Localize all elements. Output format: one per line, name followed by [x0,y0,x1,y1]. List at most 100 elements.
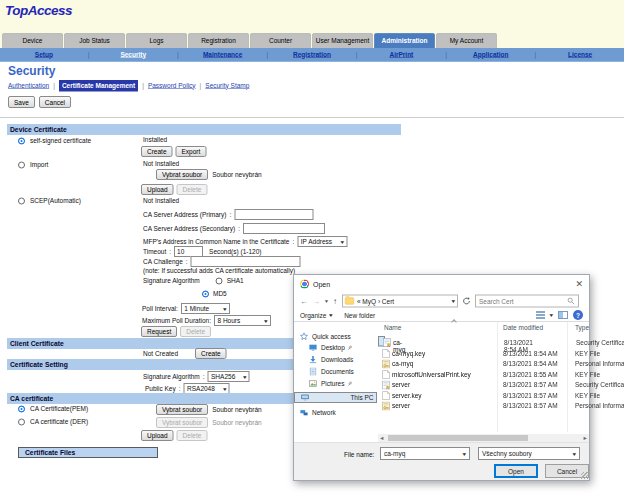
scep-radio[interactable] [18,197,25,204]
horizontal-scrollbar[interactable]: ◄ ► [378,434,589,442]
tab-user-management[interactable]: User Management [312,33,373,48]
subnav-security[interactable]: Security [89,51,177,59]
export-button[interactable]: Export [176,146,207,157]
sidebar-this-pc[interactable]: This PC [294,392,377,403]
column-name[interactable]: Name [384,324,401,332]
file-row[interactable]: server 8/13/2021 8:57 AM Security Certif… [378,380,589,391]
request-button[interactable]: Request [141,326,177,337]
ca-secondary-input[interactable] [243,223,325,234]
setting-signature-select[interactable]: SHA256▾ [208,371,250,382]
view-mode-dropdown-icon[interactable]: ▾ [550,312,554,319]
sidebar-downloads[interactable]: Downloads [294,354,377,365]
tab-job-status[interactable]: Job Status [64,33,125,48]
back-icon[interactable]: ← [300,297,308,305]
ca-challenge-input[interactable] [191,256,301,267]
subnav-maintenance[interactable]: Maintenance [179,51,267,59]
search-box[interactable]: Search Cert [475,295,579,308]
create-button[interactable]: Create [141,146,173,157]
file-row[interactable]: ca-myq 8/13/2021 8:54 AM Security Certif… [378,336,385,347]
cancel-button[interactable]: Cancel [39,96,71,108]
new-folder-button[interactable]: New folder [344,311,375,319]
file-type-dropdown-icon[interactable]: ▾ [573,450,577,457]
history-chevron-icon[interactable]: ▼ [324,297,329,305]
scep-delete-button[interactable]: Delete [180,326,211,337]
address-bar[interactable]: « MyQ › Cert ▾ [342,295,458,308]
sidebar-quick-access[interactable]: Quick access [294,331,377,342]
ca-delete-button[interactable]: Delete [177,430,208,441]
up-icon[interactable]: ↑ [333,297,337,305]
link-security-stamp[interactable]: Security Stamp [205,82,249,90]
view-mode-icon[interactable] [536,311,545,319]
choose-file-button[interactable]: Vybrat soubor [156,169,208,180]
tab-counter[interactable]: Counter [250,33,311,48]
save-button[interactable]: Save [8,96,35,108]
breadcrumb[interactable]: « MyQ › Cert [357,297,394,305]
ca-pem-choose-file[interactable]: Vybrat soubor [156,404,208,415]
self-signed-radio[interactable] [18,137,25,144]
file-row[interactable]: ca-myq 8/13/2021 8:54 AM Personal Inform… [378,359,589,370]
scrollbar-thumb[interactable] [388,435,528,441]
file-row[interactable]: server.key 8/13/2021 8:57 AM KEY File [378,390,589,401]
subnav-airprint[interactable]: AirPrint [358,51,446,59]
file-row[interactable]: ca-myq.key 8/13/2021 8:54 AM KEY File [378,348,589,359]
subnav-license[interactable]: License [536,51,624,59]
column-date-modified[interactable]: Date modified [503,324,543,332]
organize-button[interactable]: Organize [300,311,326,319]
scroll-left-icon[interactable]: ◄ [379,436,384,442]
ca-primary-input[interactable] [234,209,313,220]
page-title: Security [8,64,55,78]
mfp-address-select[interactable]: IP Address▾ [297,236,347,247]
poll-interval-select[interactable]: 1 Minute▾ [181,303,230,314]
resize-grip[interactable] [581,472,588,479]
link-password-policy[interactable]: Password Policy [148,82,196,90]
link-authentication[interactable]: Authentication [8,82,49,90]
subnav-application[interactable]: Application [447,51,535,59]
tab-administration[interactable]: Administration [374,33,435,48]
tab-my-account[interactable]: My Account [436,33,497,48]
upload-button[interactable]: Upload [141,184,174,195]
sidebar-network[interactable]: Network [294,407,377,418]
tab-logs[interactable]: Logs [126,33,187,48]
combobox-dropdown-icon[interactable]: ▾ [463,450,467,457]
ca-der-radio[interactable] [18,418,25,425]
ca-der-choose-file[interactable]: Vybrat soubor [156,417,208,428]
delete-button[interactable]: Delete [177,184,208,195]
tab-device[interactable]: Device [2,33,63,48]
sidebar-desktop[interactable]: Desktop [294,342,377,353]
max-poll-select[interactable]: 8 Hours▾ [214,315,271,326]
ca-upload-button[interactable]: Upload [141,430,174,441]
md5-radio[interactable] [202,290,209,297]
client-create-button[interactable]: Create [195,348,227,359]
forward-icon[interactable]: → [312,297,320,305]
sha1-radio[interactable] [216,277,223,284]
link-certificate-management[interactable]: Certificate Management [59,80,138,92]
subnav-registration[interactable]: Registration [268,51,356,59]
divider [0,117,624,118]
md5-label: MD5 [213,290,227,298]
tab-registration[interactable]: Registration [188,33,249,48]
ca-pem-radio[interactable] [18,405,25,412]
preview-pane-icon[interactable] [558,311,568,319]
self-signed-radio-row: self-signed certificate [18,137,91,145]
scroll-right-icon[interactable]: ► [583,436,588,442]
file-type-select[interactable]: Všechny soubory ▾ [478,447,580,460]
ca-secondary-label: CA Server Address (Secondary) [143,225,235,233]
signature-algorithm-row: Signature Algorithm SHA1 [143,277,244,285]
close-icon[interactable]: ✕ [575,280,583,289]
import-radio[interactable] [18,161,25,168]
address-dropdown-icon[interactable]: ▾ [452,298,456,305]
sidebar-pictures[interactable]: Pictures [294,378,377,389]
file-row[interactable]: microsoftUniversalPrint.key 8/13/2021 8:… [378,369,589,380]
open-button[interactable]: Open [494,464,538,478]
section-certificate-files: Certificate Files [18,447,158,458]
sidebar-documents[interactable]: Documents [294,366,377,377]
column-type[interactable]: Type [575,324,589,332]
file-name-combobox[interactable]: ca-myq ▾ [380,447,470,460]
refresh-icon[interactable] [462,297,471,306]
file-row[interactable]: server 8/13/2021 8:57 AM Personal Inform… [378,401,589,412]
admin-subnav: Setup| Security| Maintenance| Registrati… [0,48,624,62]
help-icon[interactable]: ? [573,310,583,320]
subnav-setup[interactable]: Setup [0,51,88,59]
client-cert-status: Not Created [143,350,178,358]
search-placeholder: Search Cert [479,297,514,305]
